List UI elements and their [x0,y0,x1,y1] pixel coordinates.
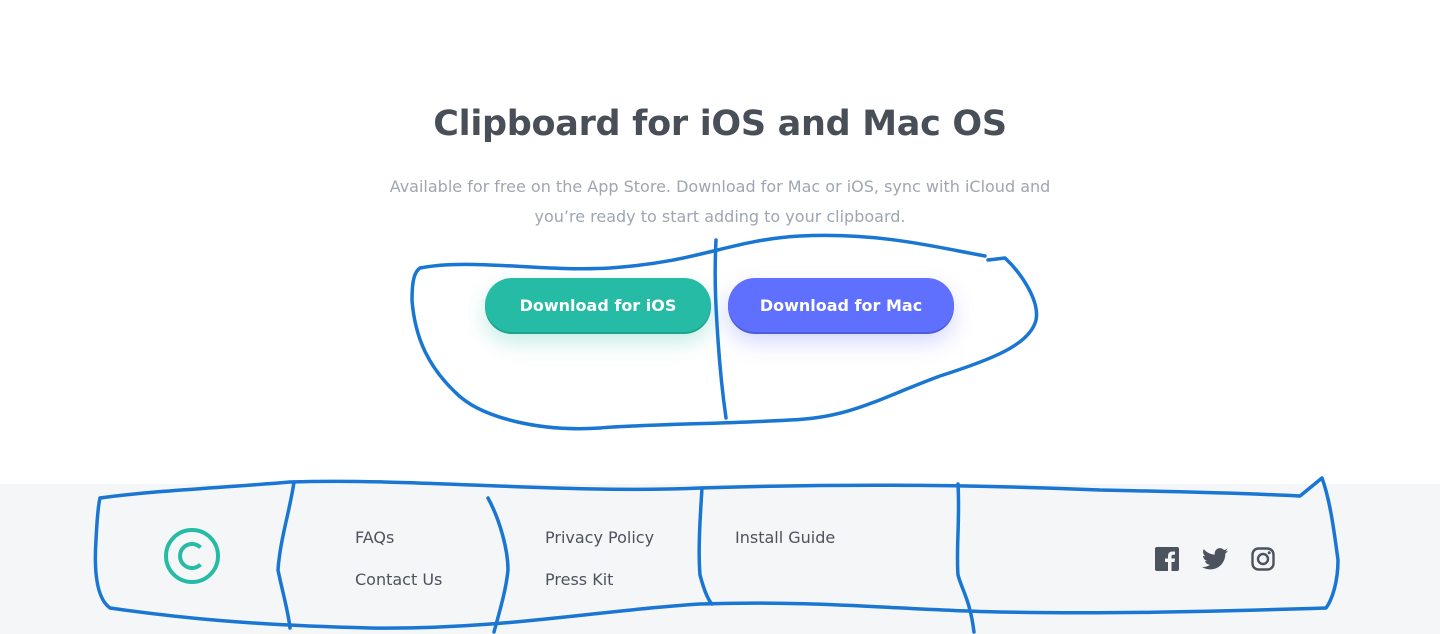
description-line-1: Available for free on the App Store. Dow… [389,177,1051,196]
footer-link-faqs[interactable]: FAQs [355,528,394,548]
footer-link-install-guide[interactable]: Install Guide [735,528,835,548]
twitter-icon[interactable] [1202,546,1228,572]
footer-link-press-kit[interactable]: Press Kit [545,570,613,590]
footer-link-privacy-policy[interactable]: Privacy Policy [545,528,654,548]
facebook-icon[interactable] [1154,546,1180,572]
description-line-2: you’re ready to start adding to your cli… [534,207,906,226]
instagram-icon[interactable] [1250,546,1276,572]
footer: FAQs Contact Us Privacy Policy Press Kit… [0,484,1440,634]
footer-link-contact-us[interactable]: Contact Us [355,570,442,590]
download-ios-button[interactable]: Download for iOS [485,278,711,332]
download-mac-button[interactable]: Download for Mac [728,278,954,332]
page: Clipboard for iOS and Mac OS Available f… [0,0,1440,634]
download-section: Clipboard for iOS and Mac OS Available f… [0,0,1440,484]
section-description: Available for free on the App Store. Dow… [370,172,1070,232]
copyright-circle-logo[interactable] [163,527,221,585]
section-title: Clipboard for iOS and Mac OS [433,104,1007,144]
